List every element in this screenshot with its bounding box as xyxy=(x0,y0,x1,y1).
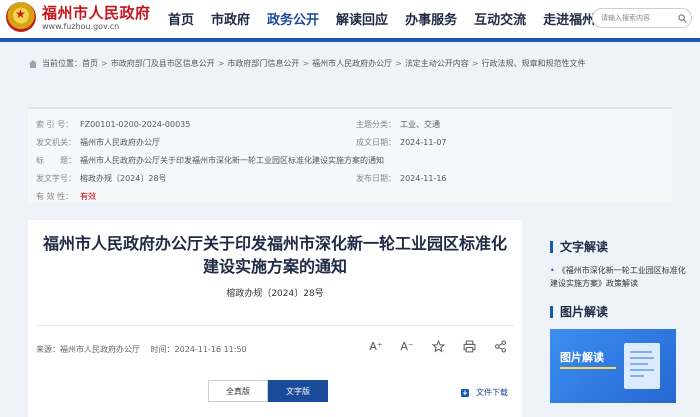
article-source: 来源：福州市人民政府办公厅 xyxy=(36,345,140,354)
banner-title: 图片解读 xyxy=(560,351,604,364)
text-interpretation-link[interactable]: 《福州市深化新一轮工业园区标准化建设实施方案》政策解读 xyxy=(550,264,690,290)
meta-doc-number: 发文字号： 榕政办规〔2024〕28号 xyxy=(36,174,167,183)
home-icon xyxy=(29,59,37,68)
download-icon xyxy=(461,388,469,397)
nav-services[interactable]: 办事服务 xyxy=(405,9,457,28)
article-card: 福州市人民政府办公厅关于印发福州市深化新一轮工业园区标准化建设实施方案的通知 榕… xyxy=(28,220,522,417)
document-illustration-icon xyxy=(624,343,660,389)
text-interpretation-heading: 文字解读 xyxy=(550,238,608,255)
meta-issuer: 发文机关： 福州市人民政府办公厅 xyxy=(36,138,160,147)
file-download-link[interactable]: 文件下载 xyxy=(460,387,508,398)
meta-index: 索 引 号： FZ00101-0200-2024-00035 xyxy=(36,120,191,129)
site-header: 福州市人民政府 www.fuzhou.gov.cn 首页 市政府 政务公开 解读… xyxy=(0,0,700,38)
breadcrumb-home[interactable]: 首页 xyxy=(82,58,98,69)
star-icon xyxy=(431,339,445,352)
meta-published: 发布日期： 2024-11-16 xyxy=(356,174,447,183)
search-input[interactable]: 请输入搜索内容 xyxy=(592,8,692,28)
nav-interpretation[interactable]: 解读回应 xyxy=(336,9,388,28)
search-placeholder: 请输入搜索内容 xyxy=(601,14,650,22)
article-time: 时间：2024-11-16 11:50 xyxy=(150,345,247,354)
banner-underline xyxy=(560,367,616,369)
validity-status: 有效 xyxy=(80,192,96,201)
nav-about-fuzhou[interactable]: 走进福州 xyxy=(543,9,595,28)
meta-created: 成文日期： 2024-11-07 xyxy=(356,138,447,147)
emblem-icon xyxy=(6,2,36,32)
meta-title: 标 题： 福州市人民政府办公厅关于印发福州市深化新一轮工业园区标准化建设实施方案的… xyxy=(36,156,384,165)
print-button[interactable] xyxy=(461,338,477,354)
nav-open-affairs[interactable]: 政务公开 xyxy=(267,9,319,28)
nav-home[interactable]: 首页 xyxy=(168,9,194,28)
breadcrumb-dept-info[interactable]: 市政府部门信息公开 xyxy=(227,58,299,69)
document-metadata: 索 引 号： FZ00101-0200-2024-00035 主题分类： 工业、交通… xyxy=(28,107,672,202)
article-tools: A⁺ A⁻ xyxy=(368,338,523,354)
breadcrumb-separator: > xyxy=(395,59,402,68)
breadcrumb: 当前位置： 首页 > 市政府部门及县市区信息公开 > 市政府部门信息公开 > 福… xyxy=(28,58,586,69)
font-increase-button[interactable]: A⁺ xyxy=(368,338,384,354)
file-download-label: 文件下载 xyxy=(476,388,508,397)
search-icon[interactable] xyxy=(678,14,687,23)
article-doc-number: 榕政办规〔2024〕28号 xyxy=(226,289,324,299)
print-icon xyxy=(463,340,475,352)
nav-interaction[interactable]: 互动交流 xyxy=(474,9,526,28)
site-title[interactable]: 福州市人民政府 xyxy=(42,2,151,23)
breadcrumb-separator: > xyxy=(101,59,108,68)
favorite-button[interactable] xyxy=(430,338,446,354)
heading-accent-bar xyxy=(550,305,553,318)
breadcrumb-departments[interactable]: 市政府部门及县市区信息公开 xyxy=(111,58,215,69)
article-title: 福州市人民政府办公厅关于印发福州市深化新一轮工业园区标准化建设实施方案的通知 xyxy=(42,234,507,276)
breadcrumb-regulations[interactable]: 行政法规、规章和规范性文件 xyxy=(482,58,586,69)
image-interpretation-heading: 图片解读 xyxy=(550,303,608,320)
breadcrumb-office[interactable]: 福州市人民政府办公厅 xyxy=(312,58,392,69)
share-button[interactable] xyxy=(492,338,508,354)
nav-government[interactable]: 市政府 xyxy=(211,9,250,28)
image-interpretation-banner[interactable]: 图片解读 xyxy=(550,329,676,403)
share-icon xyxy=(494,339,506,353)
article-divider xyxy=(36,325,514,326)
meta-validity: 有 效 性： 有效 xyxy=(36,192,96,201)
full-version-button[interactable]: 全真版 xyxy=(208,380,268,402)
breadcrumb-label: 当前位置： xyxy=(42,59,82,68)
breadcrumb-separator: > xyxy=(302,59,310,68)
main-nav: 首页 市政府 政务公开 解读回应 办事服务 互动交流 走进福州 xyxy=(168,9,612,28)
font-decrease-button[interactable]: A⁻ xyxy=(399,338,415,354)
heading-accent-bar xyxy=(550,240,553,253)
breadcrumb-statutory[interactable]: 法定主动公开内容 xyxy=(405,58,469,69)
breadcrumb-separator: > xyxy=(217,59,225,68)
article-source-line: 来源：福州市人民政府办公厅 时间：2024-11-16 11:50 xyxy=(36,344,255,355)
header-divider xyxy=(0,38,700,42)
site-url: www.fuzhou.gov.cn xyxy=(42,22,120,31)
breadcrumb-separator: > xyxy=(471,59,479,68)
text-version-button[interactable]: 文字版 xyxy=(268,380,328,402)
meta-topic: 主题分类： 工业、交通 xyxy=(356,120,440,129)
